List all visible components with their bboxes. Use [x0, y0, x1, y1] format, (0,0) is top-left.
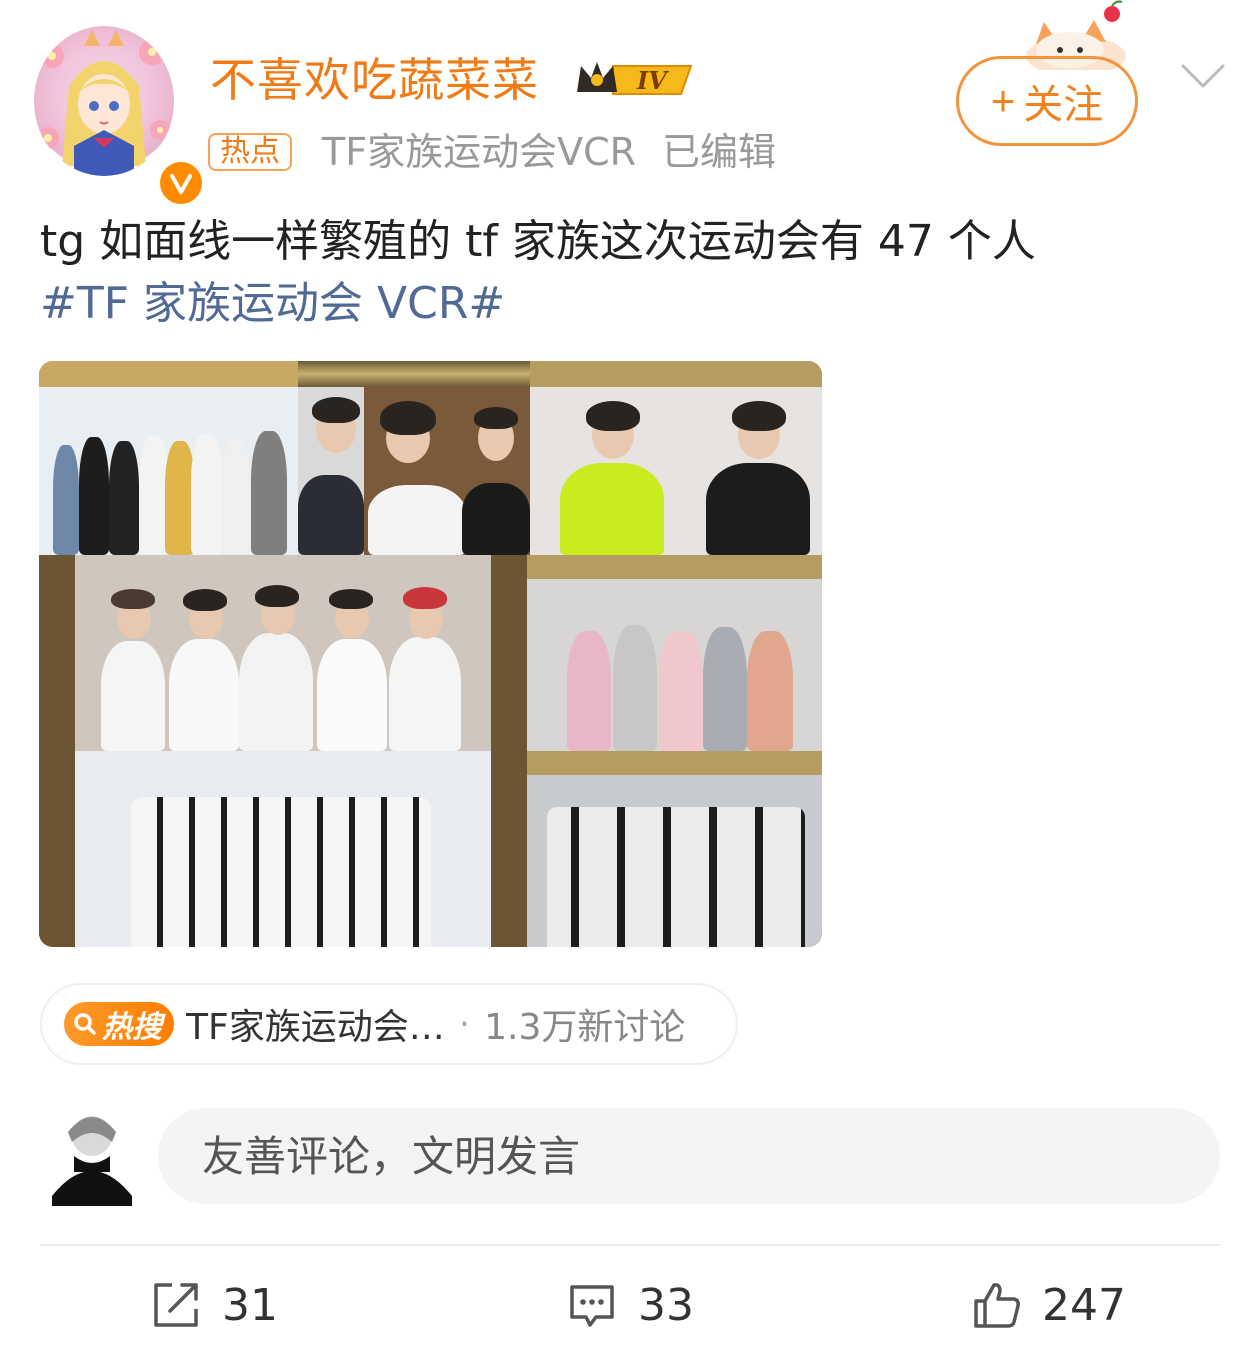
collage-tile — [527, 555, 822, 751]
like-count: 247 — [1042, 1279, 1126, 1331]
divider — [40, 1244, 1220, 1246]
hot-search-topic: TF家族运动会… — [186, 1007, 445, 1048]
verified-v-icon — [156, 158, 206, 208]
user-avatar[interactable] — [34, 26, 206, 208]
repost-icon — [154, 1283, 198, 1327]
search-icon — [74, 1013, 96, 1035]
post-text: tg 如面线一样繁殖的 tf 家族这次运动会有 47 个人 — [40, 216, 1036, 267]
plus-icon: + — [990, 77, 1016, 124]
comment-button[interactable]: 33 — [566, 1272, 694, 1338]
comment-count: 33 — [638, 1279, 694, 1331]
collage-tile — [39, 555, 527, 751]
avatar-image — [34, 26, 174, 176]
my-avatar[interactable] — [46, 1106, 136, 1206]
hashtag-link[interactable]: #TF 家族运动会 VCR# — [40, 274, 505, 334]
crown-level-badge-icon: IV — [573, 56, 699, 102]
collage-tile — [39, 361, 298, 555]
hot-search-count: 1.3万新讨论 — [484, 1007, 686, 1048]
repost-count: 31 — [222, 1279, 278, 1331]
thumbs-up-icon — [974, 1283, 1020, 1328]
chevron-down-icon[interactable] — [1180, 62, 1226, 92]
collage-tile — [298, 361, 530, 555]
collage-tile — [527, 751, 822, 947]
hot-search-separator: · — [458, 1003, 471, 1045]
post-image[interactable] — [39, 361, 822, 947]
collage-tile — [530, 361, 822, 555]
follow-button[interactable]: + 关注 — [956, 56, 1138, 146]
hot-search-badge-label: 热搜 — [102, 1010, 162, 1045]
level-text: IV — [636, 66, 669, 95]
hot-search-badge: 热搜 — [64, 1002, 174, 1046]
collage-tile — [39, 751, 527, 947]
like-button[interactable]: 247 — [970, 1272, 1126, 1338]
edited-label: 已编辑 — [662, 130, 777, 174]
comment-icon — [570, 1285, 614, 1327]
hot-tag: 热点 — [208, 133, 292, 171]
topic-source-link[interactable]: TF家族运动会VCR — [322, 130, 636, 174]
follow-label: 关注 — [1023, 83, 1104, 127]
username[interactable]: 不喜欢吃蔬菜菜 — [210, 52, 539, 108]
repost-button[interactable]: 31 — [150, 1272, 278, 1338]
comment-input[interactable] — [158, 1108, 1220, 1204]
topic-meta: TF家族运动会VCR 已编辑 — [322, 128, 776, 176]
hot-search-chip[interactable]: 热搜 TF家族运动会… · 1.3万新讨论 — [40, 983, 738, 1065]
